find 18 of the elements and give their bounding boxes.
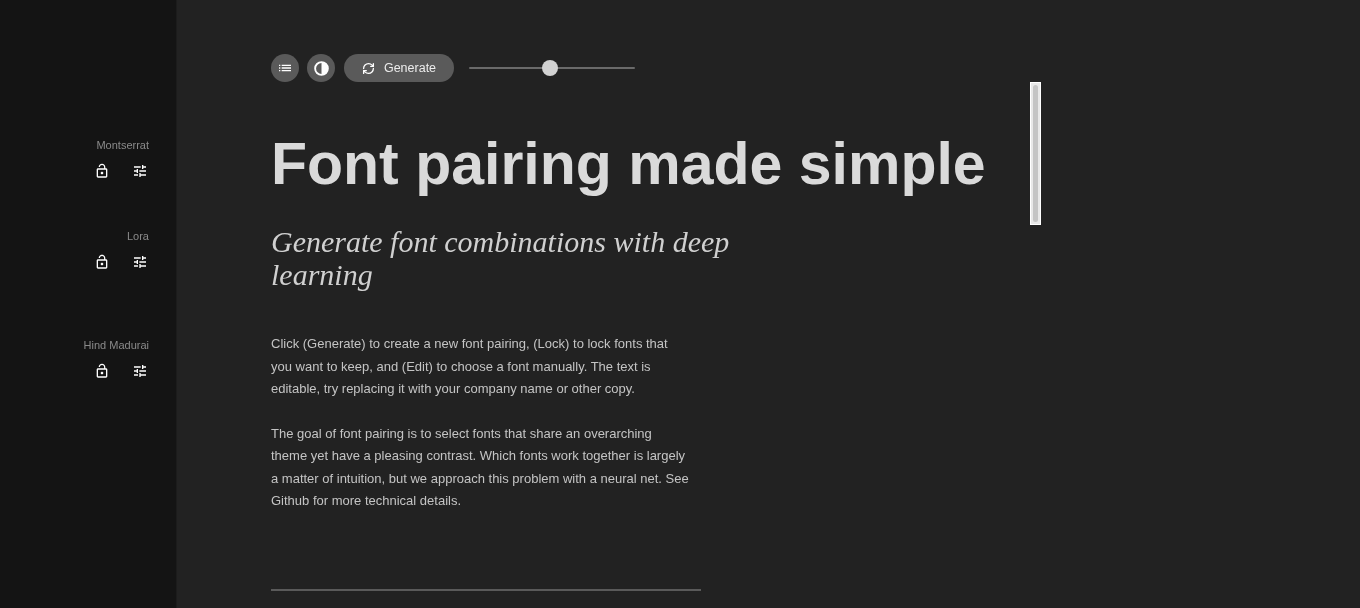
body-paragraph: The goal of font pairing is to select fonts that share an overarching theme yet have a pleasing contrast. Which fonts work together is largely a matter of intuition, but we approach this problem with a neural net. See Github for more technical details. — [271, 424, 690, 510]
sliders-icon — [132, 163, 148, 179]
sliders-icon — [132, 363, 148, 379]
slider-track[interactable] — [469, 60, 635, 76]
subheading: Generate font combinations with deep learning — [271, 225, 731, 291]
font-name: Montserrat — [96, 138, 149, 152]
body-paragraph: Click (Generate) to create a new font pairing, (Lock) to lock fonts that you want to keep, and (Edit) to choose a font manually. The text is editable, try replacing it with your company name or other copy. — [271, 335, 669, 398]
list-button[interactable] — [271, 54, 299, 82]
vertical-scrollbar[interactable] — [1030, 82, 1041, 225]
theme-toggle-button[interactable] — [307, 54, 335, 82]
heading: Font pairing made simple — [271, 132, 986, 197]
sliders-icon — [132, 254, 148, 270]
font-name: Hind Madurai — [83, 338, 149, 352]
font-name: Lora — [126, 229, 149, 243]
generate-button[interactable]: Generate — [344, 54, 454, 82]
contrast-icon — [313, 60, 329, 76]
refresh-icon — [361, 61, 375, 75]
slider-thumb[interactable] — [542, 60, 559, 76]
